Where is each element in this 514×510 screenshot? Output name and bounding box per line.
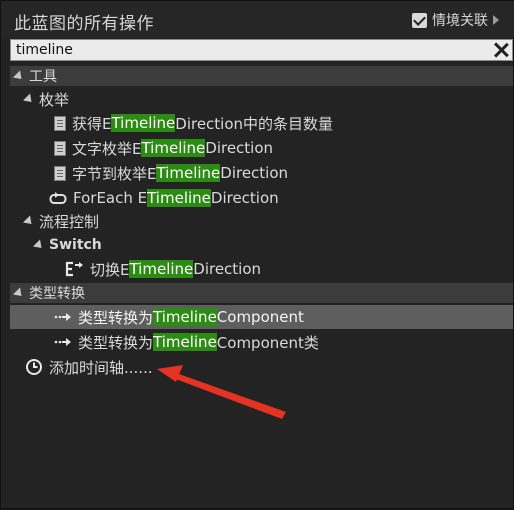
- item-prefix: 字节到枚举E: [72, 164, 157, 183]
- match-highlight: Timeline: [111, 114, 176, 132]
- category-label: 工具: [29, 69, 57, 85]
- list-item[interactable]: 获得E Timeline Direction中的条目数量: [10, 111, 513, 135]
- loop-icon: [49, 192, 67, 204]
- search-box[interactable]: [10, 39, 513, 61]
- checkbox-icon[interactable]: [412, 12, 427, 28]
- item-suffix: Direction: [193, 260, 262, 278]
- function-doc-icon: [54, 165, 66, 181]
- item-prefix: ForEach E: [73, 189, 148, 207]
- chevron-right-icon[interactable]: [493, 15, 499, 25]
- add-timeline-label: 添加时间轴......: [49, 358, 153, 377]
- list-item[interactable]: 文字枚举E Timeline Direction: [10, 136, 513, 160]
- item-suffix: Component: [216, 308, 304, 326]
- list-item[interactable]: ForEach E Timeline Direction: [10, 186, 513, 210]
- search-input[interactable]: [16, 40, 486, 60]
- item-suffix: Direction: [205, 139, 274, 157]
- item-suffix: Direction中的条目数量: [175, 114, 334, 133]
- expand-arrow-icon[interactable]: [32, 238, 46, 252]
- item-prefix: 类型转换为: [78, 308, 154, 327]
- category-tools[interactable]: 工具: [10, 66, 513, 86]
- cast-arrow-icon: [54, 313, 71, 321]
- list-item[interactable]: 字节到枚举E Timeline Direction: [10, 161, 513, 185]
- item-suffix: Component类: [216, 333, 319, 352]
- switch-node-icon: [65, 261, 83, 277]
- match-highlight: Timeline: [147, 189, 211, 207]
- item-prefix: 切换E: [90, 260, 130, 279]
- function-doc-icon: [54, 115, 66, 131]
- subcategory-flow-control[interactable]: 流程控制: [10, 209, 513, 233]
- item-suffix: Direction: [220, 164, 289, 182]
- subcategory-enum[interactable]: 枚举: [10, 87, 513, 111]
- match-highlight: Timeline: [129, 260, 194, 278]
- list-item[interactable]: 切换E Timeline Direction: [10, 257, 513, 281]
- item-prefix: 文字枚举E: [72, 139, 142, 158]
- category-casting[interactable]: 类型转换: [10, 283, 513, 303]
- match-highlight: Timeline: [141, 139, 206, 157]
- list-item[interactable]: 类型转换为 Timeline Component类: [10, 330, 513, 354]
- subcategory-label: 流程控制: [39, 212, 100, 231]
- subcategory-switch[interactable]: Switch: [10, 233, 513, 257]
- expand-arrow-icon[interactable]: [12, 286, 26, 300]
- list-item-selected[interactable]: 类型转换为 Timeline Component: [10, 305, 513, 329]
- function-doc-icon: [54, 140, 66, 156]
- match-highlight: Timeline: [153, 308, 217, 326]
- context-sensitive-toggle[interactable]: 情境关联: [412, 10, 499, 30]
- clear-icon[interactable]: [492, 41, 510, 59]
- item-prefix: 类型转换为: [78, 333, 154, 352]
- category-label: 类型转换: [29, 286, 85, 302]
- expand-arrow-icon[interactable]: [22, 92, 36, 106]
- item-prefix: 获得E: [72, 114, 112, 133]
- expand-arrow-icon[interactable]: [12, 69, 26, 83]
- item-suffix: Direction: [210, 189, 279, 207]
- cast-arrow-icon: [54, 338, 71, 346]
- context-sensitive-label: 情境关联: [432, 13, 488, 29]
- clock-icon: [26, 359, 42, 375]
- action-menu-panel: 此蓝图的所有操作 情境关联 工具 枚举 获得ETimelineDirection…: [0, 0, 514, 509]
- action-tree: 工具 枚举 获得E Timeline Direction中的条目数量 文字枚举E Ti…: [10, 65, 513, 505]
- window-title: 此蓝图的所有操作: [14, 14, 154, 34]
- subcategory-label: Switch: [49, 237, 102, 253]
- subcategory-label: 枚举: [39, 90, 70, 109]
- match-highlight: Timeline: [153, 333, 217, 351]
- expand-arrow-icon[interactable]: [22, 214, 36, 228]
- add-timeline-item[interactable]: 添加时间轴......: [10, 355, 513, 379]
- match-highlight: Timeline: [156, 164, 221, 182]
- header: 此蓝图的所有操作 情境关联: [1, 1, 514, 38]
